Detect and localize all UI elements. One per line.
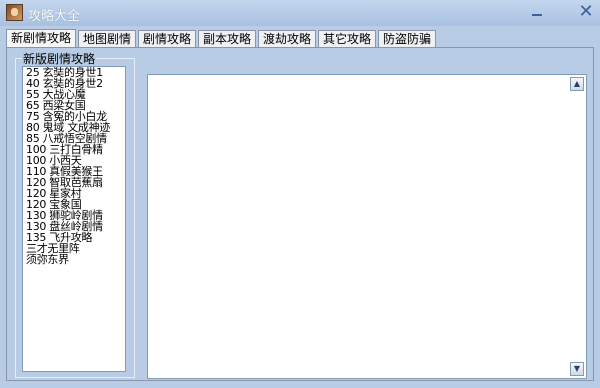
tab-panel: 新版剧情攻略 25 玄奘的身世1 40 玄奘的身世2 55 大战心魔 65 西梁… [6, 47, 594, 381]
tab-tribulation-guide[interactable]: 渡劫攻略 [258, 30, 316, 47]
list-item[interactable]: 须弥东界 [23, 254, 125, 265]
guide-content-textarea[interactable]: ▲ ▼ [147, 74, 587, 379]
groupbox-label: 新版剧情攻略 [22, 50, 97, 67]
vertical-scrollbar[interactable]: ▲ ▼ [569, 75, 586, 378]
story-groupbox: 新版剧情攻略 25 玄奘的身世1 40 玄奘的身世2 55 大战心魔 65 西梁… [15, 50, 135, 378]
chevron-up-icon[interactable]: ▲ [570, 77, 584, 91]
tab-story-guide[interactable]: 剧情攻略 [138, 30, 196, 47]
title-bar[interactable]: 攻略大全 ✕ [0, 0, 600, 26]
close-icon[interactable]: ✕ [576, 2, 596, 22]
tab-map-story[interactable]: 地图剧情 [78, 30, 136, 47]
minimize-icon[interactable] [528, 6, 546, 20]
window-title: 攻略大全 [28, 9, 81, 24]
app-window: 攻略大全 ✕ 新剧情攻略 地图剧情 剧情攻略 副本攻略 渡劫攻略 其它攻略 防盗… [0, 0, 600, 388]
story-list[interactable]: 25 玄奘的身世1 40 玄奘的身世2 55 大战心魔 65 西梁女国 75 含… [22, 66, 126, 372]
tab-anti-theft[interactable]: 防盗防骗 [378, 30, 436, 47]
tab-dungeon-guide[interactable]: 副本攻略 [198, 30, 256, 47]
tab-other-guide[interactable]: 其它攻略 [318, 30, 376, 47]
chevron-down-icon[interactable]: ▼ [570, 362, 584, 376]
tab-new-story-guide[interactable]: 新剧情攻略 [6, 29, 76, 47]
warrior-portrait-icon [6, 4, 23, 21]
